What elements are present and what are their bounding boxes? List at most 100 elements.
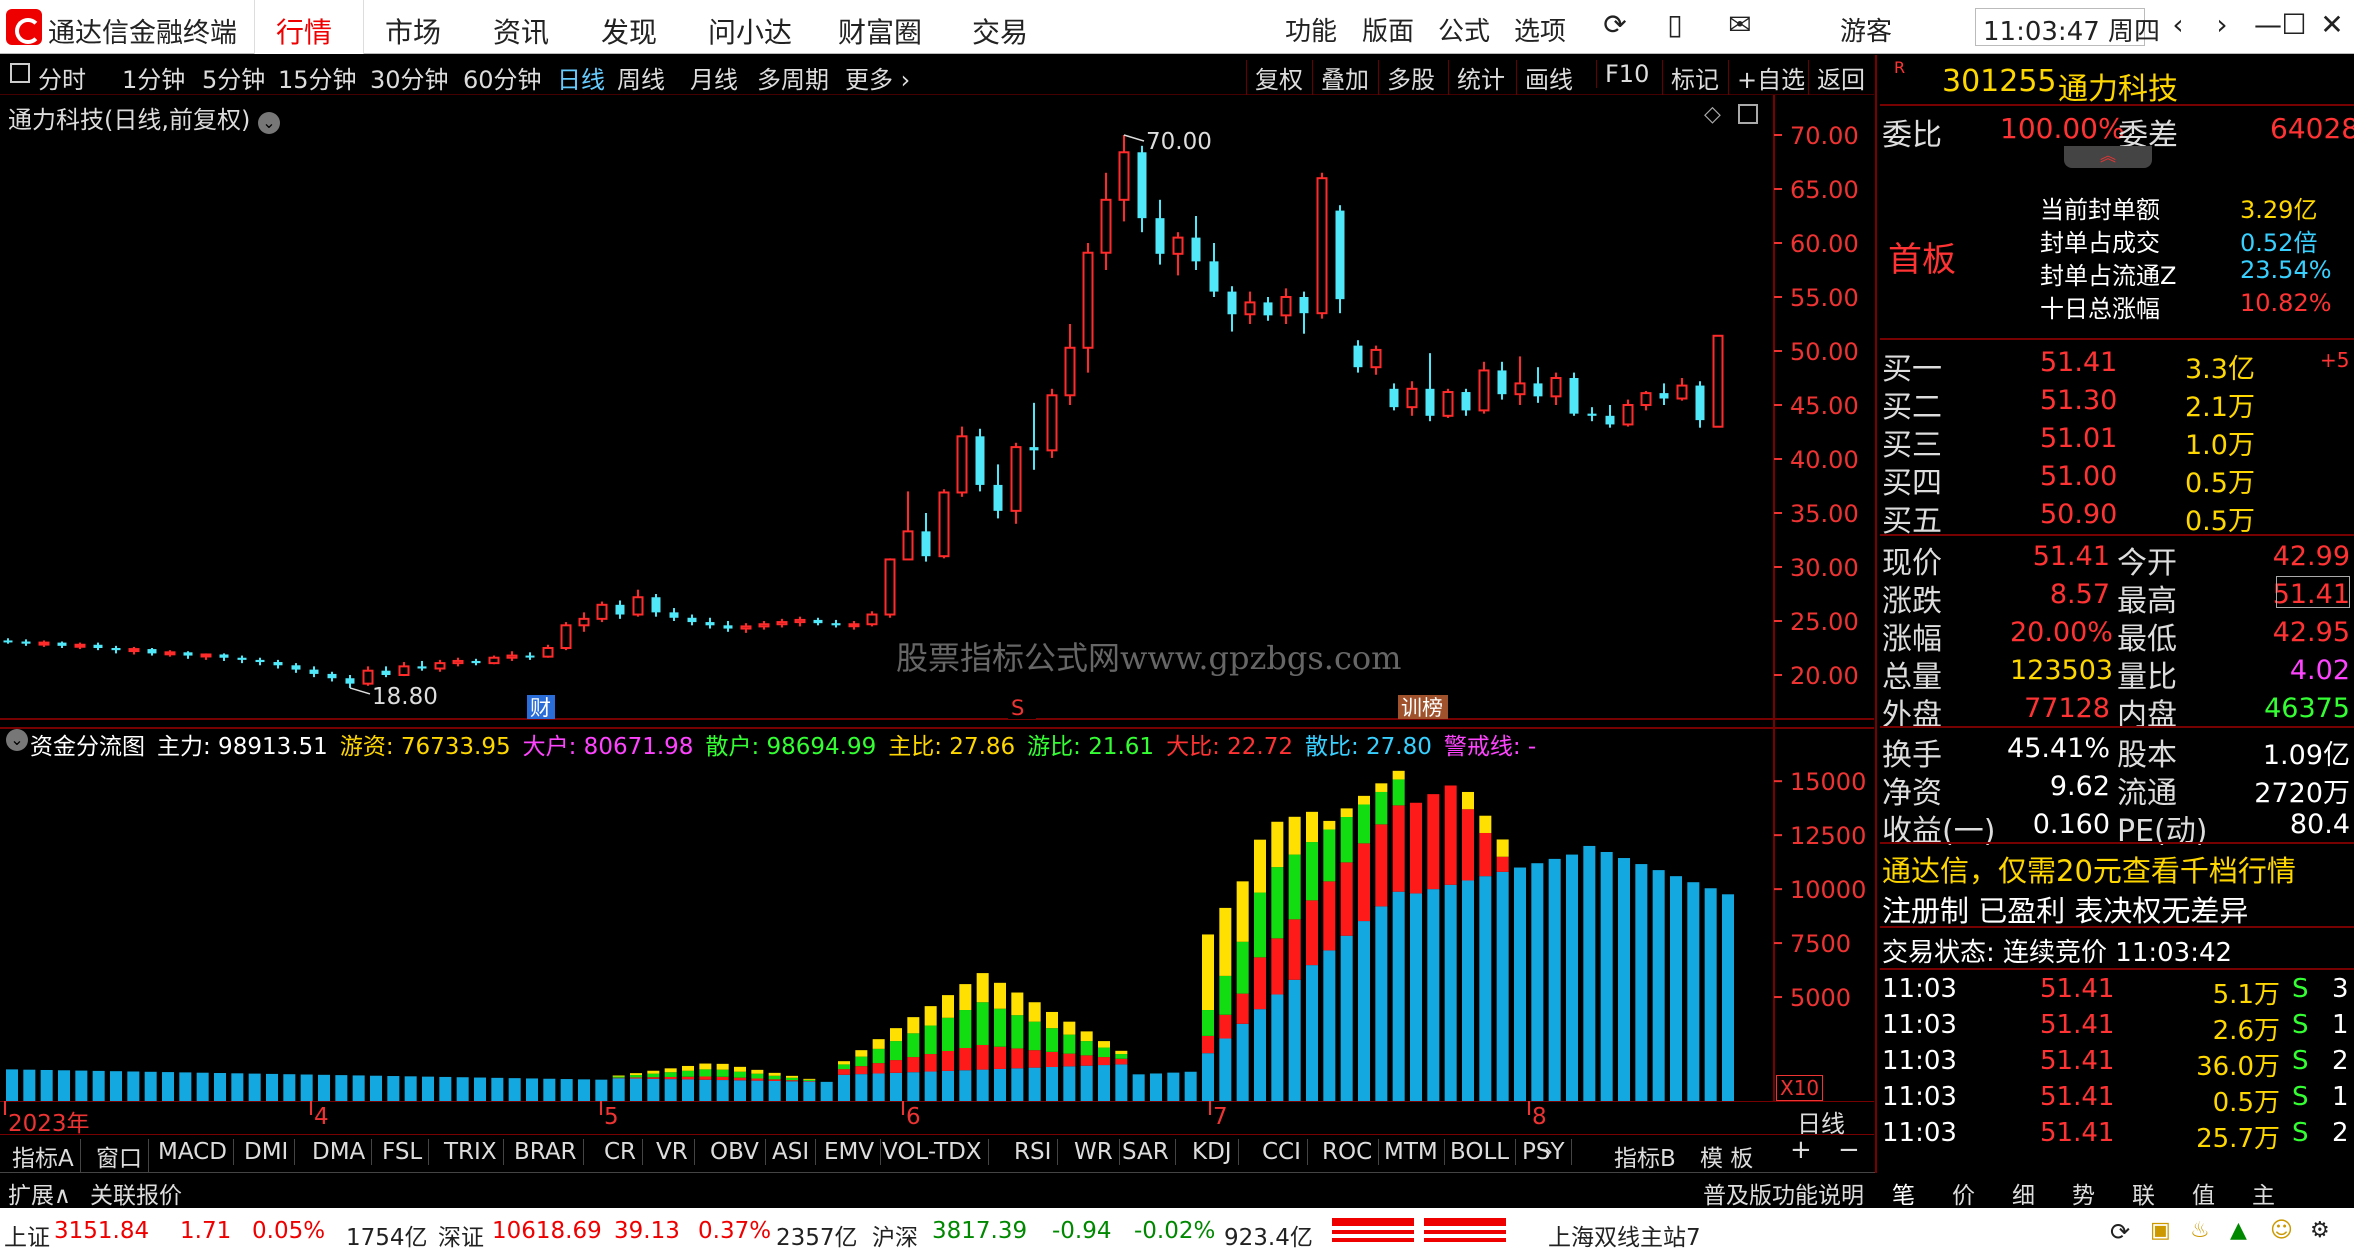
toolbar-banmian[interactable]: 版面 bbox=[1362, 11, 1414, 48]
indicator-14[interactable]: RSI bbox=[1008, 1139, 1059, 1165]
back-arrow-icon[interactable]: ‹ bbox=[2158, 8, 2198, 46]
period-1[interactable]: 1分钟 bbox=[122, 60, 185, 95]
chevron-down-icon[interactable]: ⌄ bbox=[6, 729, 28, 751]
flow-bar bbox=[283, 1074, 296, 1101]
indicator-18[interactable]: CCI bbox=[1256, 1139, 1308, 1165]
period-0[interactable]: 分时 bbox=[38, 60, 86, 95]
period-6[interactable]: 日线 bbox=[557, 60, 605, 95]
fund-flow-chart[interactable]: 15000 12500 10000 7500 5000 bbox=[0, 720, 1874, 1101]
period-2[interactable]: 5分钟 bbox=[202, 60, 265, 95]
period-label: 日线 bbox=[1797, 1110, 1845, 1138]
indicator-21[interactable]: BOLL bbox=[1444, 1139, 1517, 1165]
lock-icon[interactable]: ▣ bbox=[2150, 1218, 2171, 1243]
indicator-3[interactable]: DMI bbox=[238, 1139, 296, 1165]
chart-tool-2[interactable]: 多股 bbox=[1378, 60, 1435, 95]
chart-tool-3[interactable]: 统计 bbox=[1448, 60, 1505, 95]
mail-icon[interactable]: ✉ bbox=[1720, 8, 1760, 46]
candle bbox=[1191, 216, 1201, 270]
settings-icon[interactable]: ⚙ bbox=[2310, 1218, 2330, 1243]
chart-tool-0[interactable]: 复权 bbox=[1246, 60, 1303, 95]
stock-code: 301255 bbox=[1942, 64, 2057, 99]
forward-arrow-icon[interactable]: › bbox=[2202, 8, 2242, 46]
indicator-5[interactable]: FSL bbox=[376, 1139, 430, 1165]
status-item-9: 2357亿 bbox=[776, 1225, 858, 1251]
ad-link[interactable]: 通达信，仅需20元查看千档行情 bbox=[1882, 848, 2296, 890]
template-button[interactable]: 模 板 bbox=[1700, 1139, 1753, 1173]
user-guest[interactable]: 游客 bbox=[1840, 11, 1892, 48]
indicator-0[interactable]: 指标A bbox=[6, 1139, 81, 1173]
period-5[interactable]: 60分钟 bbox=[463, 60, 542, 95]
indicator-17[interactable]: KDJ bbox=[1186, 1139, 1239, 1165]
period-9[interactable]: 多周期 bbox=[757, 60, 829, 95]
maximize-icon[interactable]: ☐ bbox=[2274, 8, 2314, 46]
plus-icon[interactable]: + bbox=[1790, 1135, 1812, 1165]
menu-tab-jiaoyi[interactable]: 交易 bbox=[972, 11, 1028, 51]
chevron-down-icon[interactable]: ⌄ bbox=[258, 112, 280, 134]
collapse-arrow-icon[interactable]: ︽ bbox=[2064, 146, 2152, 168]
bulb-icon[interactable]: ♨ bbox=[2190, 1218, 2210, 1243]
phone-icon[interactable]: ▯ bbox=[1655, 8, 1695, 46]
candle bbox=[1316, 172, 1328, 319]
menu-tab-shichang[interactable]: 市场 bbox=[385, 11, 441, 51]
menu-tab-wenxiaoda[interactable]: 问小达 bbox=[708, 11, 792, 51]
menu-tab-zixun[interactable]: 资讯 bbox=[493, 11, 549, 51]
indicator-2[interactable]: MACD bbox=[152, 1139, 234, 1165]
minus-icon[interactable]: − bbox=[1838, 1135, 1860, 1165]
detail-tab-4[interactable]: 联 bbox=[2132, 1176, 2155, 1210]
indicator-6[interactable]: TRIX bbox=[438, 1139, 504, 1165]
diamond-icon[interactable]: ◇ bbox=[1704, 102, 1721, 127]
chart-tool-6[interactable]: 标记 bbox=[1662, 60, 1719, 95]
kline-chart[interactable]: 70.00 65.00 60.00 55.00 50.00 45.00 40.00 35.00… bbox=[0, 95, 1874, 720]
toolbar-gongshi[interactable]: 公式 bbox=[1438, 11, 1490, 48]
indicator-8[interactable]: CR bbox=[598, 1139, 644, 1165]
indicator-12[interactable]: EMV bbox=[818, 1139, 882, 1165]
detail-tab-3[interactable]: 势 bbox=[2072, 1176, 2095, 1210]
pzb-help-link[interactable]: 普及版功能说明 bbox=[1703, 1176, 1864, 1210]
panel-toggle-icon[interactable] bbox=[10, 63, 30, 83]
toolbar-gongneng[interactable]: 功能 bbox=[1285, 11, 1337, 48]
indicator-1[interactable]: 窗口 bbox=[90, 1139, 149, 1173]
period-10[interactable]: 更多 › bbox=[845, 60, 910, 95]
chart-tool-8[interactable]: 返回 bbox=[1808, 60, 1865, 95]
indicator-16[interactable]: SAR bbox=[1116, 1139, 1176, 1165]
indicator-11[interactable]: ASI bbox=[766, 1139, 817, 1165]
indicator-19[interactable]: ROC bbox=[1316, 1139, 1380, 1165]
up-arrow-icon[interactable]: ▲ bbox=[2230, 1218, 2247, 1243]
menu-tab-faxian[interactable]: 发现 bbox=[601, 11, 657, 51]
indicator-7[interactable]: BRAR bbox=[508, 1139, 584, 1165]
detail-tab-5[interactable]: 值 bbox=[2192, 1176, 2215, 1210]
window-icon[interactable] bbox=[1738, 104, 1758, 124]
person-icon[interactable]: ☺ bbox=[2270, 1218, 2293, 1243]
detail-tab-6[interactable]: 主 bbox=[2252, 1176, 2275, 1210]
chart-tool-7[interactable]: +自选 bbox=[1728, 60, 1805, 95]
detail-tab-0[interactable]: 笔 bbox=[1892, 1176, 1915, 1210]
related-quote-button[interactable]: 关联报价 bbox=[90, 1176, 182, 1210]
indicator-b[interactable]: 指标B bbox=[1614, 1139, 1676, 1173]
period-3[interactable]: 15分钟 bbox=[278, 60, 357, 95]
title-bar: 通达信金融终端 行情 市场 资讯 发现 问小达 财富圈 交易 功能 版面 公式 … bbox=[0, 0, 2354, 54]
indicator-10[interactable]: OBV bbox=[704, 1139, 766, 1165]
indicator-13[interactable]: VOL-TDX bbox=[876, 1139, 989, 1165]
menu-tab-caifuquan[interactable]: 财富圈 bbox=[838, 11, 922, 51]
indicator-9[interactable]: VR bbox=[650, 1139, 695, 1165]
chart-tool-5[interactable]: F10 bbox=[1596, 60, 1649, 88]
fund-value-0: 45.41% bbox=[2007, 733, 2110, 764]
indicator-15[interactable]: WR bbox=[1068, 1139, 1120, 1165]
period-4[interactable]: 30分钟 bbox=[370, 60, 449, 95]
toolbar-xuanxiang[interactable]: 选项 bbox=[1514, 11, 1566, 48]
indicator-4[interactable]: DMA bbox=[306, 1139, 373, 1165]
indicator-22[interactable]: PSY bbox=[1516, 1139, 1572, 1165]
close-icon[interactable]: ✕ bbox=[2312, 8, 2352, 46]
chart-tool-1[interactable]: 叠加 bbox=[1312, 60, 1369, 95]
chart-tool-4[interactable]: 画线 bbox=[1516, 60, 1573, 95]
refresh-icon[interactable]: ⟳ bbox=[1595, 8, 1635, 46]
detail-tab-2[interactable]: 细 bbox=[2012, 1176, 2035, 1210]
period-8[interactable]: 月线 bbox=[690, 60, 738, 95]
expand-button[interactable]: 扩展∧ bbox=[8, 1176, 71, 1210]
menu-tab-hangqing[interactable]: 行情 bbox=[276, 11, 332, 51]
detail-tab-1[interactable]: 价 bbox=[1952, 1176, 1975, 1210]
indicator-20[interactable]: MTM bbox=[1378, 1139, 1445, 1165]
period-7[interactable]: 周线 bbox=[617, 60, 665, 95]
candle bbox=[1064, 324, 1076, 405]
refresh-icon[interactable]: ⟳ bbox=[2110, 1218, 2130, 1246]
